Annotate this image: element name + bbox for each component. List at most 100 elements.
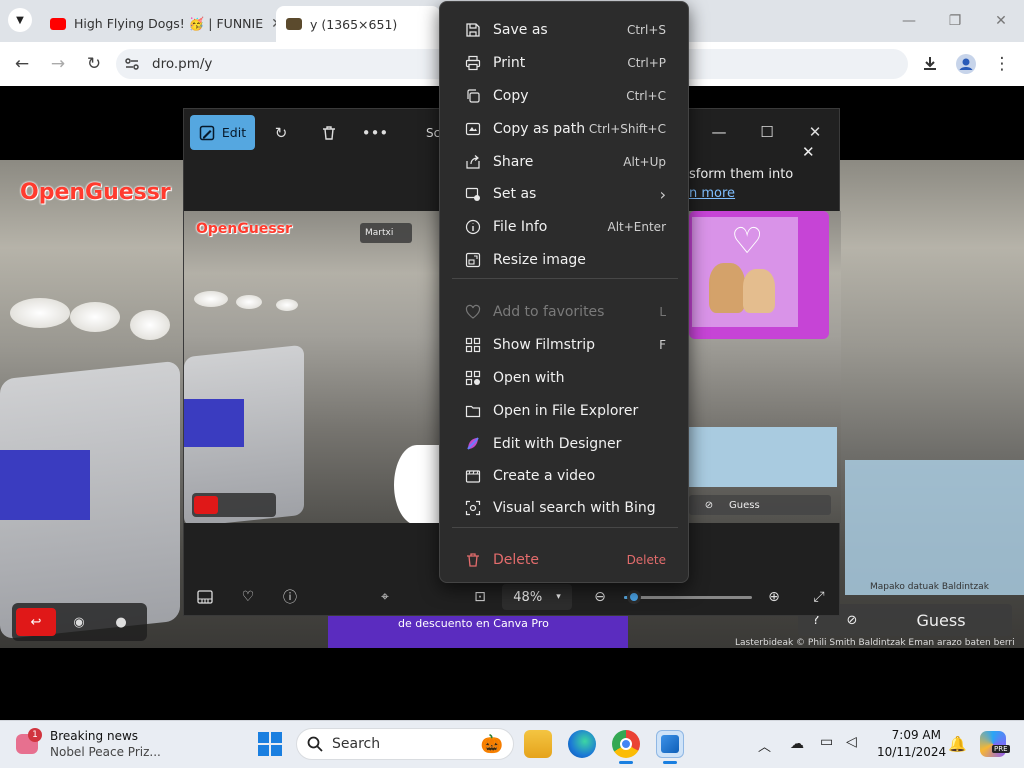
- copy-path-icon: [464, 120, 482, 138]
- filmstrip-icon[interactable]: [194, 586, 216, 608]
- menu-item-label: Resize image: [493, 252, 586, 268]
- tray-chevron-up-icon[interactable]: ︿: [758, 736, 771, 755]
- back-button[interactable]: ←: [10, 52, 34, 76]
- banner-text: sform them into: [689, 167, 794, 182]
- news-widget-icon[interactable]: 1: [16, 728, 44, 756]
- undo-button[interactable]: ↩: [16, 608, 56, 636]
- menu-item-show-filmstrip[interactable]: Show Filmstrip F: [440, 329, 690, 361]
- tab-search-button[interactable]: ▼: [8, 8, 32, 32]
- actual-size-icon[interactable]: ⊡: [469, 586, 491, 608]
- zoom-level-dropdown[interactable]: 48% ▾: [502, 584, 572, 610]
- zoom-in-icon[interactable]: ⊕: [763, 586, 785, 608]
- folder-icon: [464, 402, 482, 420]
- share-icon: [464, 153, 482, 171]
- save-as-icon: [464, 21, 482, 39]
- menu-item-print[interactable]: Print Ctrl+P: [440, 47, 690, 79]
- menu-item-add-to-favorites[interactable]: Add to favorites L: [440, 296, 690, 328]
- forward-button[interactable]: →: [46, 52, 70, 76]
- menu-item-label: Show Filmstrip: [493, 337, 595, 353]
- zoom-out-icon[interactable]: ⊖: [589, 586, 611, 608]
- zoom-slider[interactable]: [624, 590, 752, 604]
- menu-item-open-with[interactable]: Open with: [440, 362, 690, 394]
- guess-button[interactable]: Guess: [870, 611, 1012, 630]
- menu-item-delete[interactable]: Delete Delete: [440, 544, 690, 576]
- url-text[interactable]: dro.pm/y: [152, 56, 212, 72]
- learn-more-link[interactable]: n more: [689, 186, 735, 201]
- search-label: Search: [332, 736, 381, 752]
- menu-item-copy[interactable]: Copy Ctrl+C: [440, 80, 690, 112]
- mini-map[interactable]: [689, 427, 837, 487]
- chevron-down-icon: ▾: [556, 592, 561, 602]
- onedrive-icon[interactable]: ☁: [790, 736, 804, 752]
- menu-item-share[interactable]: Share Alt+Up: [440, 146, 690, 178]
- profile-avatar[interactable]: [954, 52, 978, 76]
- news-subtitle[interactable]: Nobel Peace Priz...: [50, 745, 161, 759]
- video-icon: [464, 467, 482, 485]
- edit-button[interactable]: Edit: [190, 115, 255, 150]
- menu-item-shortcut: Ctrl+P: [627, 56, 666, 70]
- more-options-icon[interactable]: •••: [362, 121, 389, 145]
- chrome-icon[interactable]: [612, 730, 640, 758]
- discord-icon[interactable]: ◉: [64, 608, 94, 636]
- copilot-badge: PRE: [992, 745, 1010, 753]
- open-with-icon: [464, 369, 482, 387]
- edge-icon[interactable]: [568, 730, 596, 758]
- menu-item-copy-as-path[interactable]: Copy as path Ctrl+Shift+C: [440, 113, 690, 145]
- news-title[interactable]: Breaking news: [50, 729, 138, 743]
- filmstrip-icon: [464, 336, 482, 354]
- visual-search-icon[interactable]: ⌖: [374, 586, 396, 608]
- zoom-slider-thumb[interactable]: [627, 590, 642, 604]
- menu-item-label: Delete: [493, 552, 539, 568]
- reload-button[interactable]: ↻: [82, 52, 106, 76]
- windows-start-icon[interactable]: [258, 732, 282, 756]
- menu-item-edit-with-designer[interactable]: Edit with Designer: [440, 428, 690, 460]
- reddit-icon[interactable]: ●: [106, 608, 136, 636]
- minimize-button[interactable]: —: [886, 6, 932, 36]
- edit-label: Edit: [221, 125, 247, 140]
- volume-icon[interactable]: ◁: [846, 734, 857, 750]
- context-menu: Save as Ctrl+S Print Ctrl+P Copy Ctrl+C Copy a…: [439, 1, 689, 583]
- info-icon[interactable]: ⓘ: [279, 586, 301, 608]
- menu-item-open-in-file-explorer[interactable]: Open in File Explorer: [440, 395, 690, 427]
- trash-icon[interactable]: [317, 121, 341, 145]
- menu-item-resize-image[interactable]: Resize image: [440, 244, 690, 276]
- heart-icon: [464, 303, 482, 321]
- taskbar-search[interactable]: Search 🎃: [296, 728, 514, 760]
- clock-time[interactable]: 7:09 AM: [877, 728, 941, 742]
- rotate-icon[interactable]: ↻: [269, 121, 293, 145]
- fullscreen-icon[interactable]: ⤢: [808, 586, 830, 608]
- menu-item-save-as[interactable]: Save as Ctrl+S: [440, 14, 690, 46]
- file-explorer-icon[interactable]: [524, 730, 552, 758]
- copilot-icon[interactable]: PRE: [980, 731, 1010, 757]
- menu-item-visual-search-with-bing[interactable]: Visual search with Bing: [440, 492, 690, 524]
- visual-search-icon: [464, 499, 482, 517]
- menu-item-label: Edit with Designer: [493, 436, 622, 452]
- network-icon[interactable]: ▭: [820, 734, 833, 750]
- browser-tab-youtube[interactable]: High Flying Dogs! 🥳 | FUNNIE ✕: [40, 6, 276, 42]
- notifications-bell-icon[interactable]: 🔔: [948, 735, 967, 753]
- close-window-button[interactable]: ✕: [978, 6, 1024, 36]
- clock-date[interactable]: 10/11/2024: [877, 745, 946, 759]
- chevron-down-icon: ▼: [16, 14, 24, 26]
- browser-menu-button[interactable]: ⋮: [990, 52, 1014, 76]
- menu-item-label: Copy: [493, 88, 529, 104]
- photos-app-icon[interactable]: [656, 730, 684, 758]
- maximize-button[interactable]: ❐: [932, 6, 978, 36]
- menu-item-label: Visual search with Bing: [493, 500, 656, 516]
- favorite-icon[interactable]: ♡: [237, 586, 259, 608]
- menu-item-label: Open in File Explorer: [493, 403, 639, 419]
- attribution-text: Lasterbideak © Phili Smith Baldintzak Em…: [735, 638, 1015, 648]
- menu-item-create-a-video[interactable]: Create a video: [440, 460, 690, 492]
- heart-graphic-icon: ♡: [731, 221, 764, 262]
- site-info-icon[interactable]: [124, 56, 140, 72]
- menu-item-shortcut: Alt+Enter: [607, 220, 666, 234]
- browser-tab-image[interactable]: y (1365×651): [276, 6, 440, 42]
- edit-image-icon: [199, 125, 215, 141]
- search-icon: [307, 736, 323, 752]
- preview-guess-label: Guess: [729, 499, 760, 511]
- close-banner-icon[interactable]: ✕: [802, 143, 815, 161]
- download-icon[interactable]: [918, 52, 942, 76]
- menu-item-set-as[interactable]: Set as ›: [440, 178, 690, 210]
- menu-item-label: Create a video: [493, 468, 596, 484]
- menu-item-file-info[interactable]: File Info Alt+Enter: [440, 211, 690, 243]
